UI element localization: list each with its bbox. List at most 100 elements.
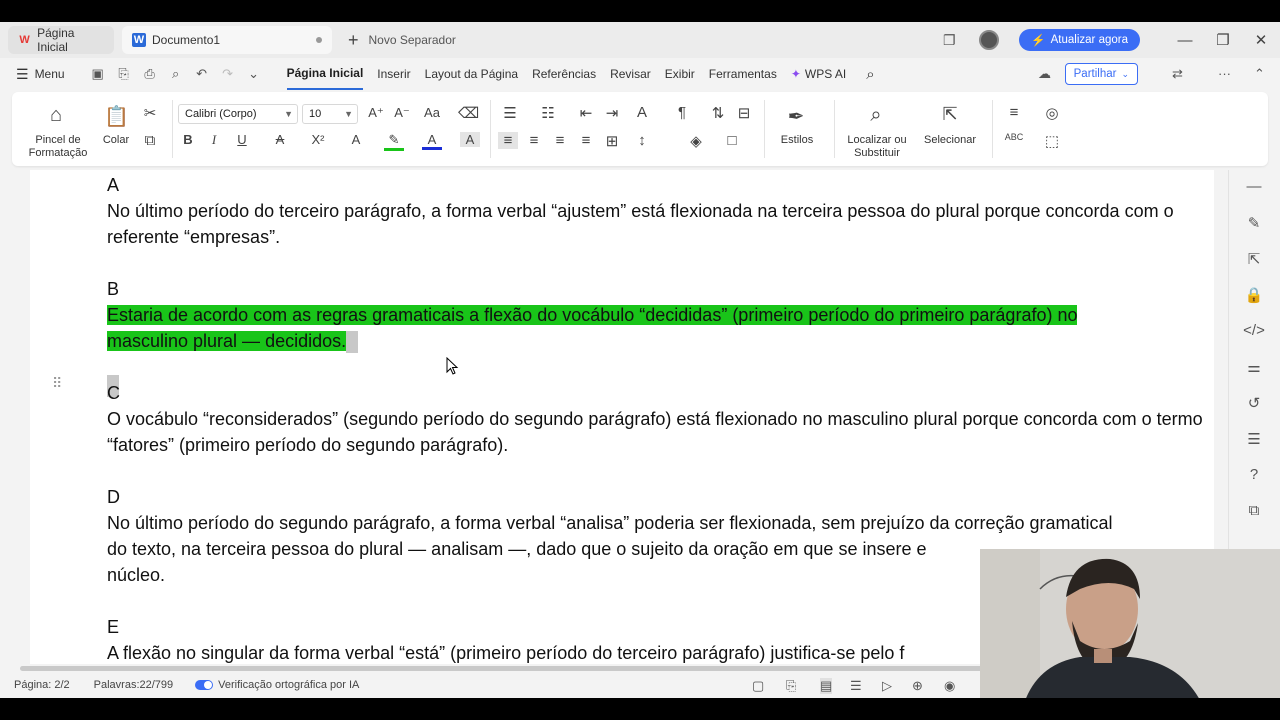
save-icon[interactable]: ▣: [87, 66, 109, 82]
bullets-icon[interactable]: ☰: [500, 104, 520, 122]
spellcheck-icon[interactable]: ABC: [1004, 132, 1024, 142]
update-now-button[interactable]: ⚡ Atualizar agora: [1019, 29, 1140, 51]
page-view-icon[interactable]: ⎘: [786, 678, 796, 694]
grow-font-icon[interactable]: A⁺: [366, 105, 386, 121]
undo-icon[interactable]: ↶: [191, 66, 213, 82]
cut-icon[interactable]: ✂: [140, 104, 160, 122]
paste-icon[interactable]: 📋: [104, 104, 129, 129]
format-painter-label[interactable]: Pincel de Formatação: [26, 134, 90, 160]
focus-mode-icon[interactable]: ▢: [752, 678, 764, 694]
font-size-select[interactable]: 10 ▼: [302, 104, 358, 124]
cloud-icon[interactable]: ☁: [1038, 66, 1051, 82]
tab-pagina-inicial[interactable]: Página Inicial: [286, 58, 364, 90]
font-color-icon[interactable]: A: [422, 132, 442, 150]
text-effect-icon[interactable]: A: [346, 132, 366, 147]
window-switch-icon[interactable]: ❐: [941, 32, 957, 48]
collab-icon[interactable]: ⇄: [1172, 66, 1183, 82]
line-spacing-icon[interactable]: ↕: [632, 132, 652, 149]
close-button[interactable]: ✕: [1242, 31, 1280, 49]
sliders-icon[interactable]: ⚌: [1243, 358, 1265, 380]
chevron-down-icon[interactable]: ⌄: [243, 66, 265, 82]
select-objects-icon[interactable]: ⬚: [1042, 132, 1062, 150]
highlight-icon[interactable]: ✎: [384, 132, 404, 151]
shrink-font-icon[interactable]: A⁻: [392, 105, 412, 121]
text-layout-icon[interactable]: ≡: [1004, 104, 1024, 121]
new-tab-button[interactable]: + Novo Separador: [348, 30, 456, 51]
find-replace-label[interactable]: Localizar ou Substituir: [842, 134, 912, 160]
print-preview-icon[interactable]: ⌕: [165, 66, 187, 82]
styles-icon[interactable]: ✒: [786, 104, 806, 129]
strikethrough-icon[interactable]: A: [270, 132, 290, 147]
more-icon[interactable]: ···: [1218, 66, 1231, 81]
print-layout-icon[interactable]: ▤: [820, 678, 833, 694]
help-icon[interactable]: ?: [1243, 466, 1265, 488]
pointer-icon[interactable]: ⇱: [1243, 250, 1265, 272]
styles-label[interactable]: Estilos: [772, 134, 822, 146]
code-icon[interactable]: </>: [1243, 322, 1265, 344]
bold-icon[interactable]: B: [178, 132, 198, 147]
history-icon[interactable]: ↺: [1243, 394, 1265, 416]
tab-wps-ai[interactable]: ✦ WPS AI: [791, 58, 846, 90]
copy-icon[interactable]: ⧉: [1243, 502, 1265, 524]
clear-format-icon[interactable]: ⌫: [458, 104, 479, 122]
search-icon[interactable]: ⌕: [866, 58, 874, 90]
paragraph-mark-icon[interactable]: ¶: [672, 104, 692, 121]
tab-ferramentas[interactable]: Ferramentas: [709, 58, 777, 90]
page-count[interactable]: Página: 2/2: [14, 679, 70, 691]
eye-protection-icon[interactable]: ◉: [944, 678, 955, 694]
copy-icon[interactable]: ⧉: [140, 132, 160, 149]
increase-indent-icon[interactable]: ⇥: [602, 104, 622, 122]
tab-referencias[interactable]: Referências: [532, 58, 596, 90]
tab-home[interactable]: W Página Inicial: [8, 26, 114, 54]
print-icon[interactable]: ⎙: [139, 66, 161, 82]
distribute-icon[interactable]: ⊞: [602, 132, 622, 150]
tab-revisar[interactable]: Revisar: [610, 58, 651, 90]
sort-icon[interactable]: ⇅: [708, 104, 728, 122]
justify-icon[interactable]: ≡: [576, 132, 596, 149]
borders-icon[interactable]: □: [722, 132, 742, 149]
tab-document[interactable]: W Documento1: [122, 26, 332, 54]
restore-button[interactable]: ❐: [1204, 31, 1242, 49]
shape-icon[interactable]: ◎: [1042, 104, 1062, 122]
find-icon[interactable]: ⌕: [866, 104, 886, 127]
tab-stops-icon[interactable]: ⊟: [734, 104, 754, 122]
align-center-icon[interactable]: ≡: [524, 132, 544, 149]
change-case-icon[interactable]: Aa: [422, 105, 442, 120]
list-icon[interactable]: ☰: [1243, 430, 1265, 452]
menu-button[interactable]: ☰ Menu: [16, 66, 65, 83]
tab-exibir[interactable]: Exibir: [665, 58, 695, 90]
align-left-icon[interactable]: ≡: [498, 132, 518, 149]
edit-icon[interactable]: ✎: [1243, 214, 1265, 236]
share-button[interactable]: Partilhar ⌄: [1064, 63, 1138, 85]
avatar[interactable]: [979, 30, 1000, 50]
sidebar-collapse-icon[interactable]: —: [1243, 178, 1265, 200]
paste-label[interactable]: Colar: [96, 134, 136, 146]
shading-icon[interactable]: ◈: [686, 132, 706, 150]
underline-icon[interactable]: U: [232, 132, 252, 147]
char-shading-icon[interactable]: A: [460, 132, 480, 147]
select-label[interactable]: Selecionar: [916, 134, 984, 146]
tab-inserir[interactable]: Inserir: [377, 58, 410, 90]
superscript-icon[interactable]: X²: [308, 132, 328, 147]
web-layout-icon[interactable]: ⊕: [912, 678, 923, 694]
drag-handle-icon[interactable]: ⠿: [52, 375, 62, 392]
text-direction-icon[interactable]: A: [632, 104, 652, 121]
unsaved-dot-icon[interactable]: [316, 37, 322, 43]
ai-spellcheck-toggle[interactable]: Verificação ortográfica por IA: [195, 679, 359, 691]
export-icon[interactable]: ⎘: [113, 66, 135, 82]
minimize-button[interactable]: —: [1166, 32, 1204, 49]
tab-layout[interactable]: Layout da Página: [425, 58, 518, 90]
numbering-icon[interactable]: ☷: [538, 104, 558, 122]
font-family-select[interactable]: Calibri (Corpo) ▼: [178, 104, 298, 124]
align-right-icon[interactable]: ≡: [550, 132, 570, 149]
outline-icon[interactable]: ☰: [850, 678, 862, 694]
format-painter-icon[interactable]: ⌂: [46, 104, 66, 127]
word-count[interactable]: Palavras:22/799: [94, 679, 174, 691]
chevron-up-icon[interactable]: ⌃: [1254, 66, 1265, 82]
redo-icon[interactable]: ↷: [217, 66, 239, 82]
decrease-indent-icon[interactable]: ⇤: [576, 104, 596, 122]
select-cursor-icon[interactable]: ⇱: [940, 104, 960, 125]
lock-icon[interactable]: 🔒: [1243, 286, 1265, 308]
italic-icon[interactable]: I: [204, 132, 224, 148]
play-icon[interactable]: ▷: [882, 678, 892, 694]
